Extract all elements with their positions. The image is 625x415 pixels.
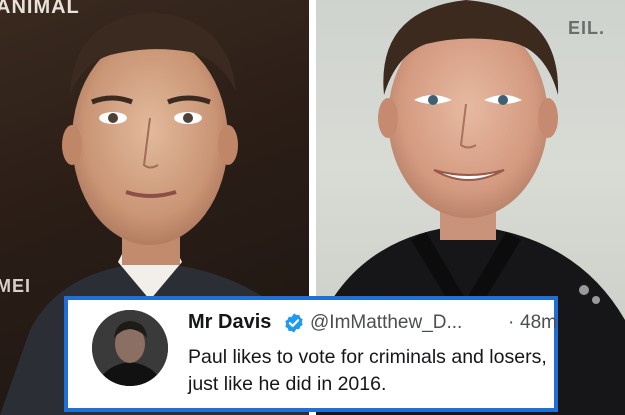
- verified-badge-icon: [285, 313, 303, 333]
- tweet-card: Mr Davis @ImMatthew_D... · 48m Paul like…: [64, 296, 558, 412]
- tweet-text: Paul likes to vote for criminals and los…: [188, 346, 547, 395]
- tweet-handle[interactable]: @ImMatthew_D...: [310, 312, 462, 334]
- avatar-portrait-icon: [92, 310, 168, 386]
- tweet-author-name[interactable]: Mr Davis: [188, 311, 271, 334]
- avatar[interactable]: [92, 310, 168, 386]
- tweet-separator-dot: ·: [508, 312, 515, 333]
- tweet-timestamp[interactable]: 48m: [520, 312, 557, 334]
